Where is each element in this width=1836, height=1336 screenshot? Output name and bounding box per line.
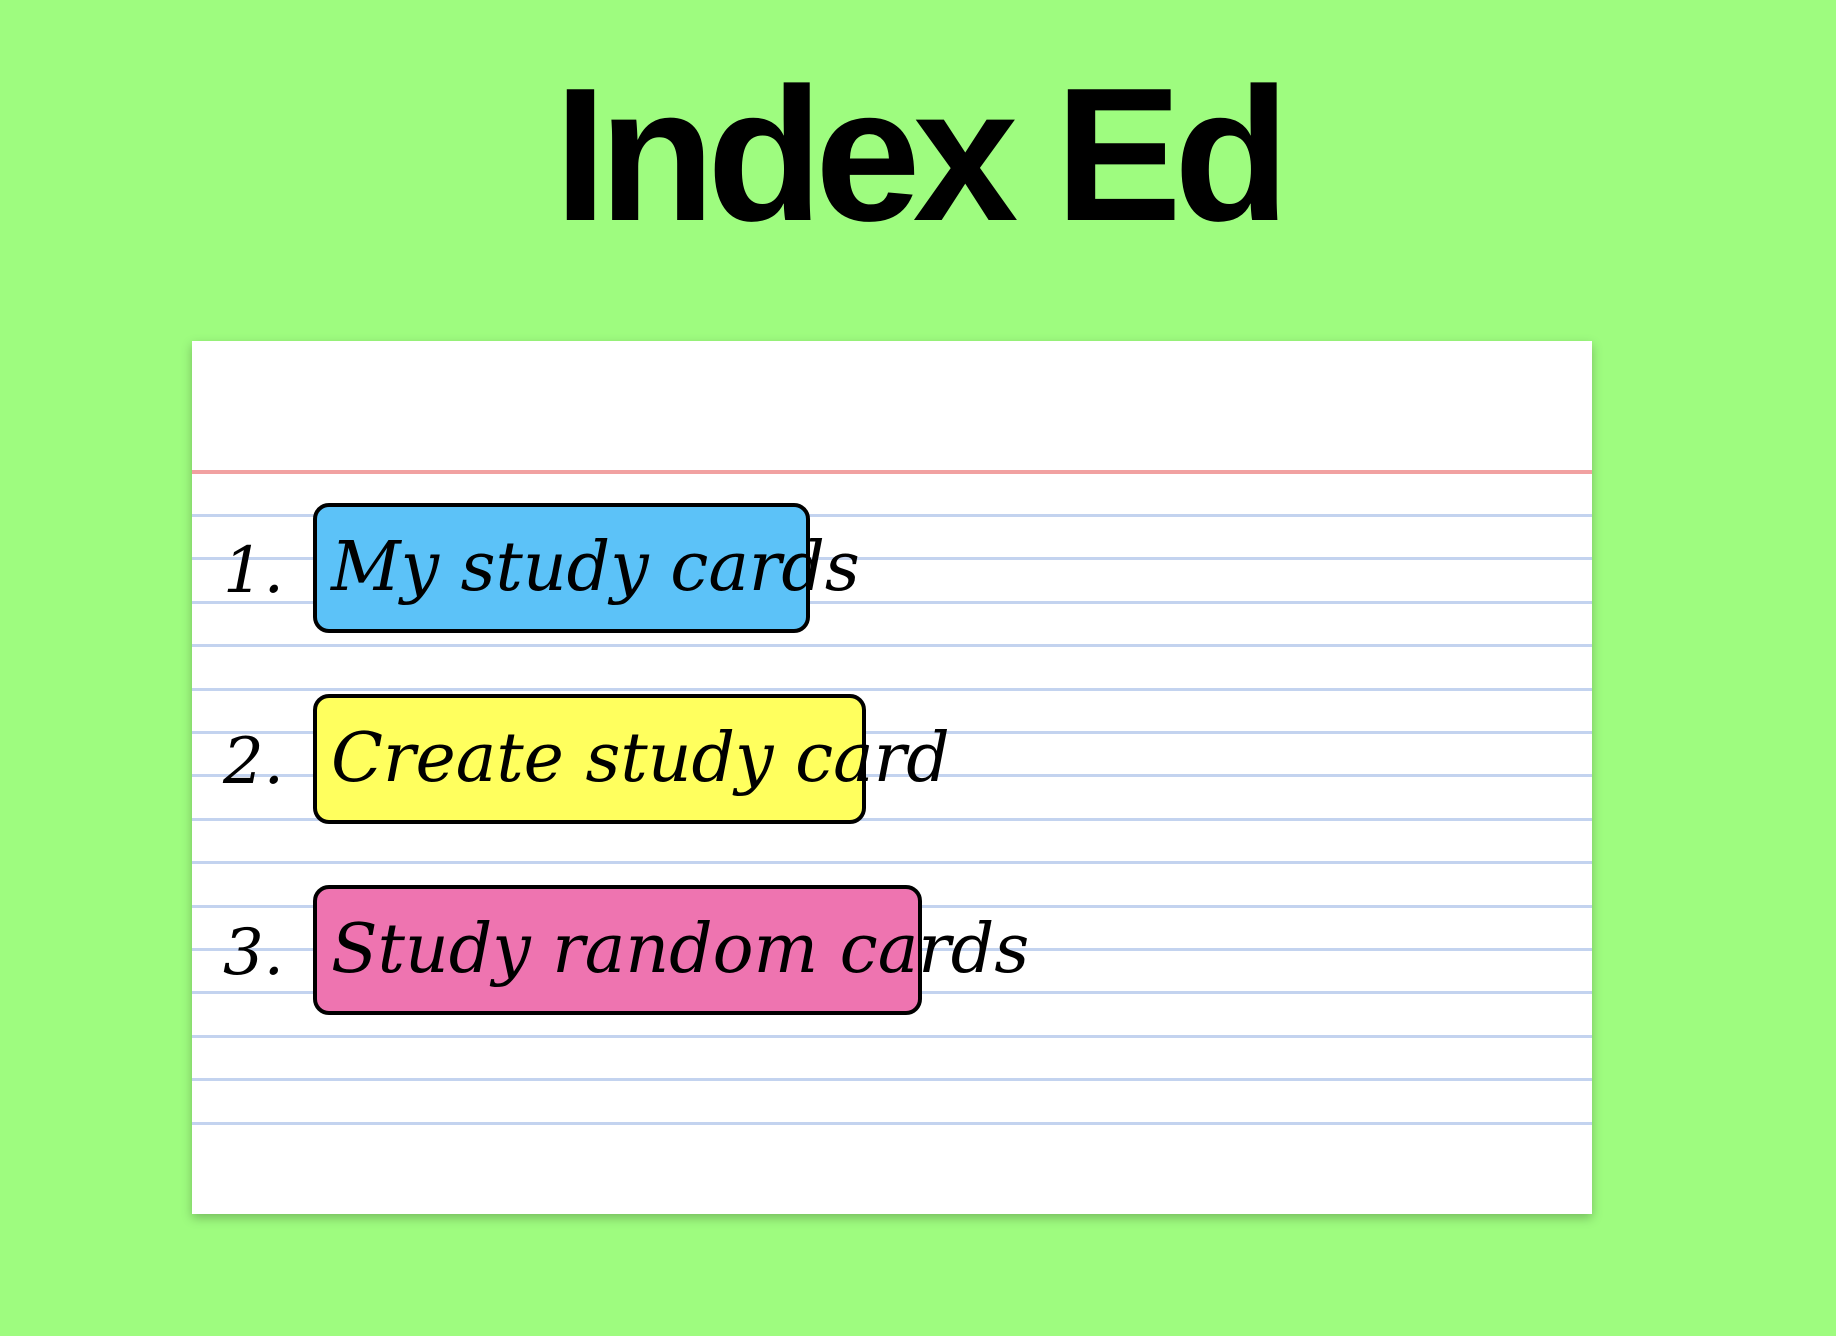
- menu-number: 1.: [222, 534, 284, 608]
- card-rule-line: [192, 861, 1592, 864]
- card-rule-line: [192, 644, 1592, 647]
- card-header-line: [192, 470, 1592, 474]
- menu-number: 3.: [222, 916, 284, 990]
- card-rule-line: [192, 1122, 1592, 1125]
- create-study-card-button[interactable]: Create study card: [313, 694, 950, 824]
- my-study-cards-button[interactable]: My study cards: [313, 503, 860, 633]
- app-title: Index Ed: [554, 49, 1290, 261]
- card-rule-line: [192, 1035, 1592, 1038]
- card-rule-line: [192, 1078, 1592, 1081]
- card-rule-line: [192, 688, 1592, 691]
- index-card: 1. My study cards 2. Create study card 3…: [192, 341, 1592, 1214]
- menu-number: 2.: [222, 725, 284, 799]
- study-random-cards-button[interactable]: Study random cards: [313, 885, 1029, 1015]
